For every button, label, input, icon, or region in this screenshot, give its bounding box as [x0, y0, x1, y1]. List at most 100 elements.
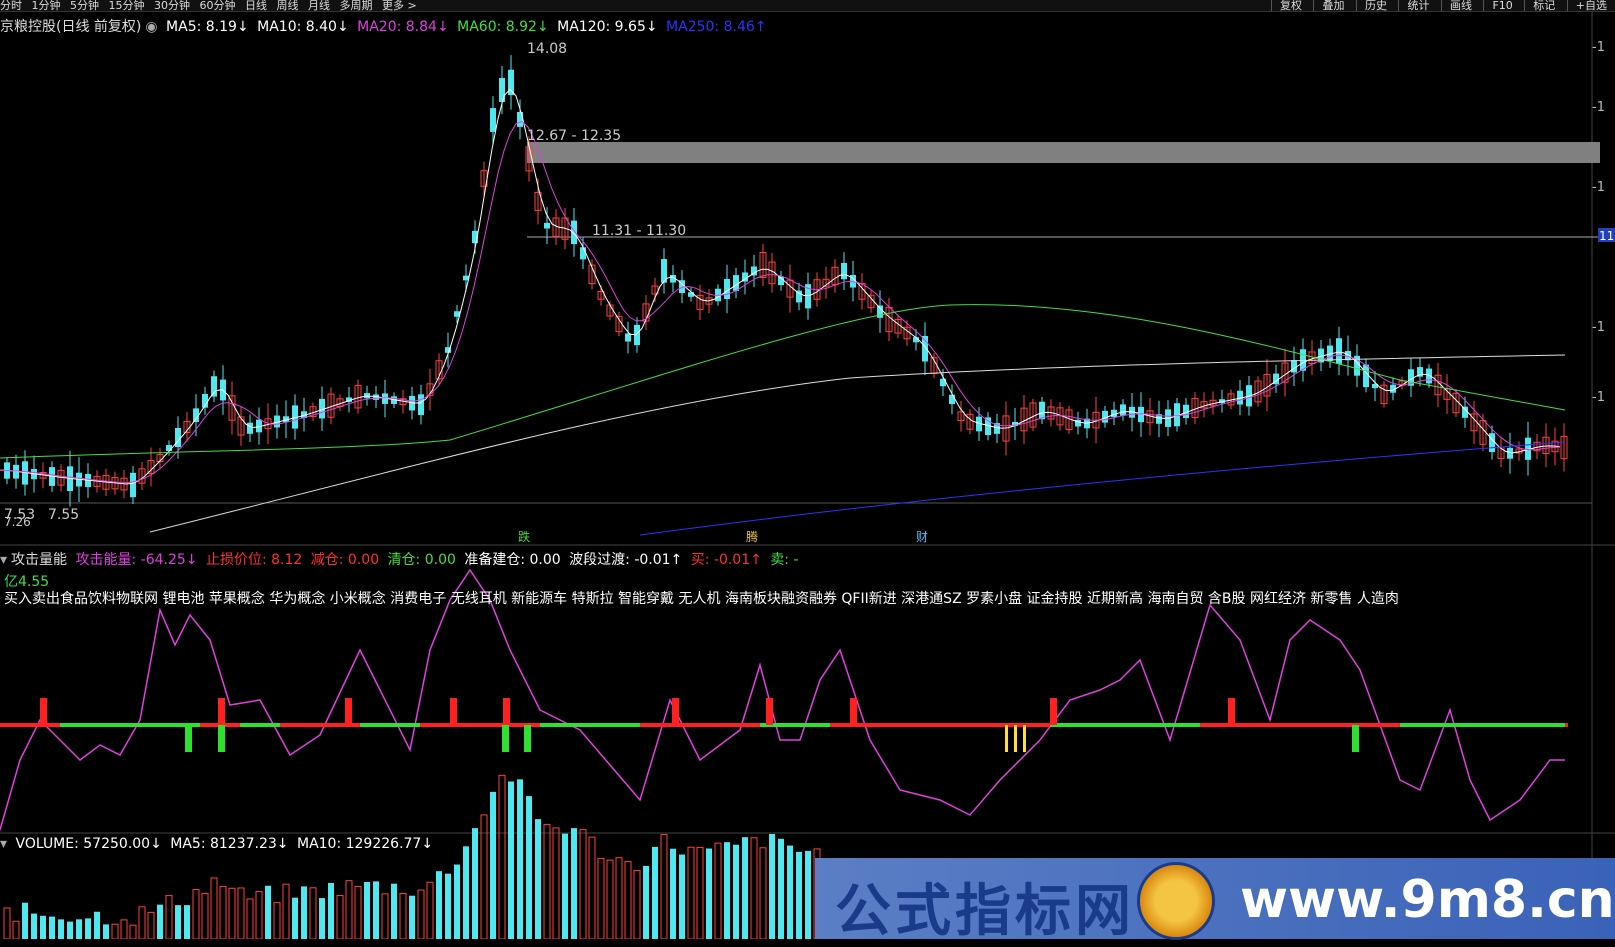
volume-ma10-label: MA10: 129226.77↓: [296, 836, 434, 852]
volume-bar: [175, 905, 181, 939]
restore-rights-button[interactable]: 复权: [1270, 0, 1310, 11]
stock-title[interactable]: 京粮控股(日线 前复权): [0, 19, 141, 35]
period-weekly[interactable]: 周线: [277, 0, 299, 11]
candle-body: [1291, 360, 1297, 373]
sell-signal-bar: [185, 725, 192, 752]
volume-bar: [282, 883, 290, 939]
volume-bar: [660, 834, 668, 939]
period-more[interactable]: 更多 >: [382, 0, 417, 11]
volume-bar: [328, 882, 334, 939]
volume-bar: [40, 915, 46, 939]
buy-signal-bar: [1050, 698, 1057, 725]
candle-body: [517, 111, 523, 127]
volume-bar: [345, 880, 353, 939]
period-monthly[interactable]: 月线: [308, 0, 330, 11]
volume-bar: [319, 898, 325, 939]
sell-signal-bar: [1352, 725, 1359, 752]
draw-line-button[interactable]: 画线: [1440, 0, 1480, 11]
reduce-label: 减仓: 0.00: [310, 552, 380, 568]
volume-bar: [624, 861, 632, 939]
statistics-button[interactable]: 统计: [1398, 0, 1437, 11]
volume-bar: [309, 887, 317, 939]
axis-tick-4: -1: [1592, 320, 1605, 335]
volume-bar: [381, 893, 389, 939]
prepare-build-label: 准备建仓: 0.00: [464, 552, 561, 568]
volume-bar: [543, 823, 551, 939]
history-button[interactable]: 历史: [1355, 0, 1395, 11]
volume-collapse-icon[interactable]: ▾: [0, 836, 7, 852]
buy-signal-bar: [766, 698, 773, 725]
indicator-legend: ▾ 攻击量能 攻击能量: -64.25↓ 止损价位: 8.12 减仓: 0.00 …: [0, 549, 803, 569]
volume-bar: [129, 924, 137, 939]
volume-bar: [633, 870, 641, 939]
candle-body: [418, 394, 424, 415]
volume-bar: [49, 916, 55, 939]
volume-bar: [31, 913, 37, 939]
axis-tick-5: -1: [1592, 390, 1605, 405]
volume-bar: [373, 881, 379, 939]
volume-bar: [670, 848, 676, 939]
volume-bar: [606, 859, 614, 939]
volume-bar: [769, 834, 775, 939]
candle-body: [841, 263, 847, 280]
volume-bar: [490, 791, 496, 939]
volume-bar: [579, 829, 587, 939]
ma120-line: [149, 354, 1566, 533]
volume-bar: [67, 921, 73, 939]
axis-tick-3: -1: [1592, 180, 1605, 195]
period-15min[interactable]: 15分钟: [109, 0, 145, 11]
volume-bar: [391, 883, 397, 939]
volume-bar: [354, 885, 362, 939]
f10-button[interactable]: F10: [1483, 0, 1520, 11]
period-fenshi[interactable]: 分时: [0, 0, 22, 11]
period-5min[interactable]: 5分钟: [70, 0, 99, 11]
add-watchlist-button[interactable]: +自选: [1566, 0, 1615, 11]
ma60-line: [0, 304, 1566, 459]
volume-bar: [417, 889, 425, 939]
period-1min[interactable]: 1分钟: [32, 0, 61, 11]
volume-bar: [706, 848, 712, 939]
volume-bar: [58, 919, 64, 939]
buy-signal-bar: [503, 698, 510, 725]
volume-bar: [228, 887, 236, 939]
event-marker-1[interactable]: 跌: [518, 529, 530, 544]
period-30min[interactable]: 30分钟: [154, 0, 190, 11]
candle-body: [1462, 406, 1468, 418]
indicator-title[interactable]: 攻击量能: [11, 552, 67, 568]
period-daily[interactable]: 日线: [245, 0, 267, 11]
volume-bar: [436, 871, 442, 939]
watermark-cn: 公式指标网: [835, 879, 1135, 944]
candle-body: [130, 472, 136, 498]
volume-bar: [463, 846, 469, 939]
volume-bar: [201, 892, 209, 939]
period-60min[interactable]: 60分钟: [200, 0, 236, 11]
settings-dot-icon[interactable]: ◉: [145, 19, 157, 35]
volume-bar: [147, 911, 155, 939]
event-marker-2[interactable]: 腾: [746, 529, 758, 544]
period-multi[interactable]: 多周期: [340, 0, 373, 11]
volume-bar: [787, 845, 793, 939]
buy-signal-bar: [850, 698, 857, 725]
buy-signal-bar: [218, 698, 225, 725]
volume-bar: [615, 857, 623, 939]
prepare-signal-bar: [1023, 725, 1026, 752]
volume-bar: [778, 838, 784, 939]
right-tag-label: 11: [1599, 229, 1614, 243]
candle-body: [1120, 404, 1126, 416]
volume-bar: [399, 893, 407, 939]
main-legend: 京粮控股(日线 前复权) ◉ MA5: 8.19↓ MA10: 8.40↓ MA2…: [0, 16, 771, 36]
overlay-button[interactable]: 叠加: [1313, 0, 1352, 11]
watermark-banner: 公式指标网 www.9m8.cn: [815, 858, 1615, 944]
volume-bar: [597, 857, 605, 939]
toolbar-right-buttons: 复权 叠加 历史 统计 画线 F10 标记 +自选: [1270, 0, 1615, 11]
volume-bar: [120, 919, 128, 939]
mark-button[interactable]: 标记: [1524, 0, 1563, 11]
axis-tick-2: -1: [1592, 100, 1605, 115]
volume-bar: [111, 923, 119, 939]
volume-bar: [273, 902, 281, 939]
low-label-3: 7.26: [4, 515, 31, 529]
volume-label: VOLUME: 57250.00↓: [15, 836, 162, 852]
event-marker-3[interactable]: 财: [916, 530, 928, 544]
candle-body: [490, 108, 496, 132]
collapse-icon[interactable]: ▾: [0, 552, 7, 568]
